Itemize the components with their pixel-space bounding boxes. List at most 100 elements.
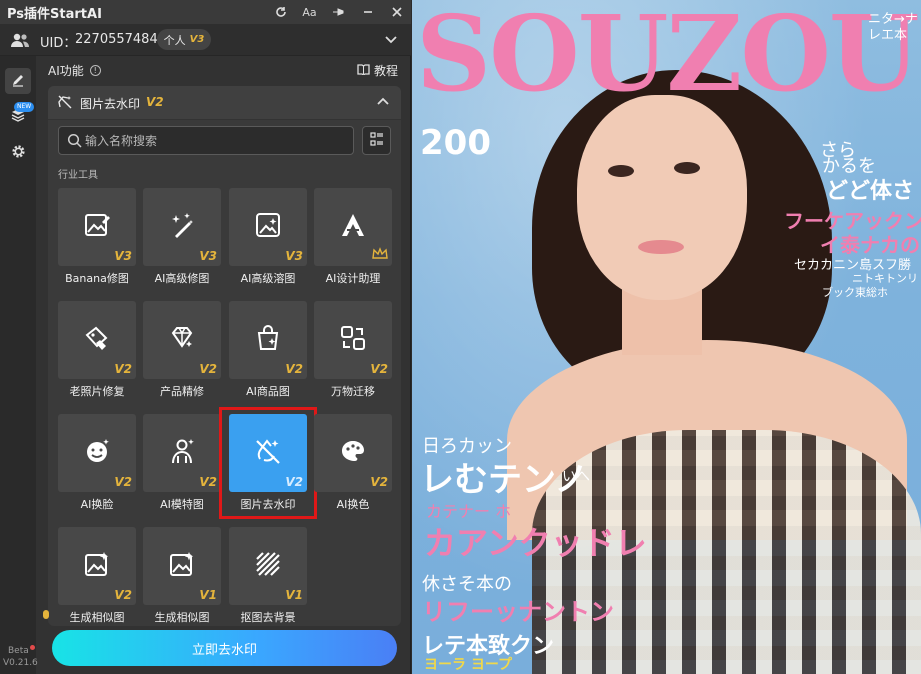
tool-item[interactable]: V2 万物迁移 [314, 301, 392, 401]
tool-item[interactable]: V3 Banana修图 [58, 188, 136, 288]
tool-item-tile[interactable]: V2 [58, 301, 136, 379]
selection-highlight [219, 407, 317, 519]
tool-item[interactable]: V2 AI模特图 [143, 414, 221, 514]
notification-dot [30, 645, 35, 650]
tool-item-label: AI设计助理 [325, 272, 381, 285]
minimize-icon[interactable] [353, 0, 382, 24]
tool-item-label: AI高级溶图 [240, 272, 296, 285]
tool-item-tile[interactable] [314, 188, 392, 266]
tool-panel-title: 图片去水印 V2 [80, 95, 164, 112]
book-icon [357, 63, 370, 78]
pin-icon[interactable] [324, 0, 353, 24]
refresh-icon[interactable] [266, 0, 295, 24]
tool-item[interactable]: V2 生成相似图 [58, 527, 136, 626]
beta-label: Beta [8, 646, 29, 656]
tool-item[interactable]: V2 老照片修复 [58, 301, 136, 401]
cover-text-l2b: いへ [562, 469, 590, 485]
tool-version-badge: V2 [370, 475, 388, 489]
tool-version-badge: V3 [199, 249, 217, 263]
search-input[interactable] [85, 130, 345, 152]
plan-label: 个人 [163, 33, 186, 47]
crown-icon [372, 247, 388, 263]
remove-watermark-button[interactable]: 立即去水印 [52, 630, 397, 666]
tool-item[interactable]: V2 AI换色 [314, 414, 392, 514]
left-eye [608, 165, 634, 177]
tool-version-badge: V2 [199, 475, 217, 489]
sidebar-item-settings[interactable] [5, 140, 31, 166]
tool-item[interactable]: V1 生成相似图 [143, 527, 221, 626]
plan-badge[interactable]: 个人 V3 [157, 29, 211, 50]
tool-version-badge: V2 [285, 362, 303, 376]
cover-text-l6: リフーッナントン [422, 598, 614, 626]
right-eye [674, 162, 700, 174]
tool-item-tile[interactable]: V3 [58, 188, 136, 266]
tool-item[interactable]: V2 产品精修 [143, 301, 221, 401]
tool-item-tile[interactable]: V3 [143, 188, 221, 266]
tool-item-tile[interactable]: V2 [58, 527, 136, 605]
watermark-remove-icon [57, 94, 73, 110]
face-shape [577, 95, 747, 300]
tool-version-badge: V2 [114, 588, 132, 602]
view-toggle-button[interactable] [362, 126, 391, 155]
tool-item[interactable]: AI设计助理 [314, 188, 392, 288]
canvas-image: SOUZOUL 200 ニタ→ナ レエ本 さら かるを どど体さ フーケアックン… [412, 0, 921, 674]
new-tag: NEW [14, 102, 35, 112]
users-icon [10, 32, 30, 48]
section-title-text: AI功能 [48, 64, 84, 78]
issue-number: 200 [420, 123, 491, 163]
tutorial-link[interactable]: 教程 [357, 62, 398, 79]
tool-item-label: Banana修图 [65, 272, 129, 285]
tool-item-tile[interactable]: V2 [229, 301, 307, 379]
chevron-down-icon[interactable] [385, 33, 397, 47]
window-title: Ps插件StartAI [7, 7, 102, 22]
tool-item-tile[interactable]: V2 [314, 301, 392, 379]
title-bar: Ps插件StartAI Aa [0, 0, 411, 24]
tool-item-tile[interactable]: V2 [314, 414, 392, 492]
transfer-icon [338, 323, 368, 357]
tool-version-badge: V1 [285, 588, 303, 602]
tool-item[interactable]: V3 AI高级溶图 [229, 188, 307, 288]
font-size-icon[interactable]: Aa [295, 0, 324, 24]
tool-item-label: AI换色 [336, 498, 370, 511]
tool-item-label: 万物迁移 [331, 385, 375, 398]
info-icon[interactable]: ! [89, 65, 101, 76]
chevron-up-icon[interactable] [377, 94, 389, 108]
similar-image-icon [82, 549, 112, 583]
tool-item-tile[interactable]: V2 [58, 414, 136, 492]
remove-background-icon [253, 549, 283, 583]
tool-item-label: 产品精修 [160, 385, 204, 398]
tool-item-tile[interactable]: V2 [143, 301, 221, 379]
plan-version: V3 [189, 34, 205, 45]
tool-panel-version: V2 [146, 95, 164, 109]
app-root: Ps插件StartAI Aa UID： 2270557484 个人 V3 NEW… [0, 0, 921, 674]
tutorial-label: 教程 [373, 64, 398, 78]
tool-panel: 图片去水印 V2 行业工具 V3Banana修图V3AI高级修图V3A [48, 86, 401, 626]
tool-item-tile[interactable]: V1 [143, 527, 221, 605]
tool-item[interactable]: V3 AI高级修图 [143, 188, 221, 288]
tool-version-badge: V3 [285, 249, 303, 263]
design-assistant-icon [338, 210, 368, 244]
plugin-panel: Ps插件StartAI Aa UID： 2270557484 个人 V3 NEW… [0, 0, 411, 674]
tool-item[interactable]: V2 AI换脸 [58, 414, 136, 514]
face-icon [82, 436, 112, 470]
palette-icon [338, 436, 368, 470]
cover-text-r8: ブック東総ホ [822, 286, 888, 299]
tool-version-badge: V3 [114, 249, 132, 263]
uid-value: 2270557484 [75, 32, 158, 47]
tool-item[interactable]: V1 抠图去背景 [229, 527, 307, 626]
tool-item-label: 老照片修复 [69, 385, 125, 398]
title-bar-controls: Aa [266, 0, 411, 24]
tool-item-label: AI商品图 [246, 385, 290, 398]
tool-item-tile[interactable]: V2 [143, 414, 221, 492]
tool-panel-header[interactable]: 图片去水印 V2 [48, 86, 401, 120]
close-icon[interactable] [382, 0, 411, 24]
sidebar-item-edit[interactable] [5, 68, 31, 94]
tool-item-tile[interactable]: V3 [229, 188, 307, 266]
tool-version-badge: V2 [199, 362, 217, 376]
magazine-masthead: SOUZOUL [416, 0, 921, 115]
tool-item[interactable]: V2 AI商品图 [229, 301, 307, 401]
tool-item-label: 生成相似图 [154, 611, 210, 624]
tool-item-tile[interactable]: V1 [229, 527, 307, 605]
shopping-bag-icon [253, 323, 283, 357]
tool-version-badge: V2 [114, 475, 132, 489]
